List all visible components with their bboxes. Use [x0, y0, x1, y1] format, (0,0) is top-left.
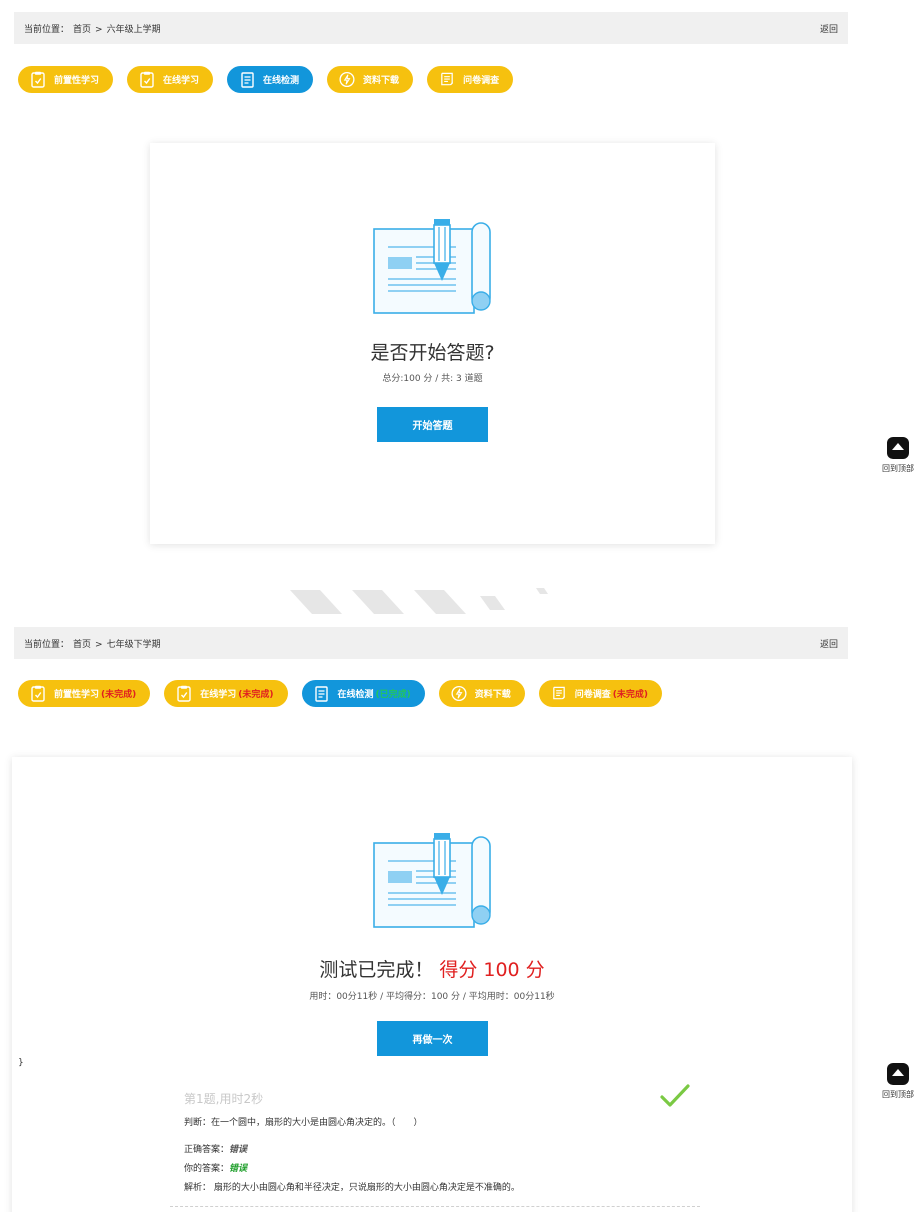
tab-label: 在线检测	[263, 76, 300, 86]
quiz-meta: 总分:100 分 / 共: 3 道题	[382, 374, 483, 384]
question-text: 判断：在一个圆中，扇形的大小是由圆心角决定的。（ ）	[184, 1118, 423, 1128]
back-link[interactable]: 返回	[820, 637, 838, 650]
tab-label: 在线检测	[337, 690, 374, 700]
stray-text: }	[18, 1058, 24, 1068]
tab-online-study[interactable]: 在线学习	[127, 66, 214, 93]
clipboard-check-icon	[30, 685, 46, 703]
survey-scroll-icon	[551, 685, 567, 703]
tab-downloads[interactable]: 资料下载	[438, 680, 525, 707]
arrow-up-icon	[887, 1063, 909, 1085]
tab-pre-study[interactable]: 前置性学习	[18, 66, 114, 93]
start-quiz-button[interactable]: 开始答题	[377, 407, 488, 442]
tab-survey[interactable]: 问卷调查	[427, 66, 514, 93]
clipboard-check-icon	[139, 71, 155, 89]
your-answer-row: 你的答案：错误	[184, 1161, 696, 1174]
analysis-text: 扇形的大小由圆心角和半径决定，只说扇形的大小由圆心角决定是不准确的。	[213, 1183, 520, 1193]
question-title: 第1题,用时2秒	[184, 1092, 264, 1106]
breadcrumb-prefix: 当前位置：	[24, 639, 70, 650]
breadcrumb-current: 六年级上学期	[106, 24, 161, 35]
tab-label: 资料下载	[363, 76, 400, 86]
tab-label: 问卷调查	[463, 76, 500, 86]
correct-check-icon	[660, 1084, 690, 1107]
breadcrumb-separator: >	[95, 639, 103, 650]
breadcrumb-separator: >	[95, 24, 103, 35]
breadcrumb-home-link[interactable]: 首页	[73, 640, 91, 650]
back-to-top-label: 回到顶部	[882, 1090, 914, 1099]
tab-status: (未完成)	[612, 690, 649, 700]
back-link[interactable]: 返回	[820, 22, 838, 35]
tab-survey[interactable]: 问卷调查 (未完成)	[538, 680, 663, 707]
tab-online-study[interactable]: 在线学习 (未完成)	[164, 680, 288, 707]
analysis-label: 解析：	[184, 1183, 212, 1193]
lightning-circle-icon	[339, 71, 355, 89]
analysis-row: 解析： 扇形的大小由圆心角和半径决定，只说扇形的大小由圆心角决定是不准确的。	[184, 1180, 696, 1193]
module-tabs: 前置性学习 在线学习 在线检测 资料下载 问卷调查	[18, 66, 514, 93]
tab-label: 资料下载	[474, 690, 511, 700]
breadcrumb-bar: 当前位置： 首页 > 七年级下学期 返回	[14, 627, 848, 659]
tab-downloads[interactable]: 资料下载	[327, 66, 414, 93]
your-answer-value: 错误	[229, 1164, 248, 1174]
tab-status: (已完成)	[375, 690, 411, 700]
question-divider	[170, 1206, 700, 1207]
your-answer-label: 你的答案：	[184, 1164, 230, 1174]
breadcrumb-prefix: 当前位置：	[24, 24, 70, 35]
survey-scroll-icon	[439, 71, 455, 89]
clipboard-check-icon	[30, 71, 46, 89]
tab-label: 在线学习	[163, 76, 200, 86]
breadcrumb: 当前位置： 首页 > 六年级上学期	[24, 22, 165, 35]
tab-label: 问卷调查	[574, 690, 611, 700]
question-review: 第1题,用时2秒 判断：在一个圆中，扇形的大小是由圆心角决定的。（ ） 正确答案…	[184, 1090, 696, 1193]
result-meta: 用时：00分11秒 / 平均得分：100 分 / 平均用时：00分11秒	[309, 992, 555, 1002]
result-title: 测试已完成！	[319, 959, 434, 981]
correct-answer-value: 错误	[229, 1145, 248, 1155]
clipboard-check-icon	[176, 685, 192, 703]
tab-online-test[interactable]: 在线检测 (已完成)	[301, 680, 425, 707]
quiz-start-card: 是否开始答题? 总分:100 分 / 共: 3 道题 开始答题	[150, 143, 715, 544]
tab-label: 在线学习	[200, 690, 237, 700]
tab-pre-study[interactable]: 前置性学习 (未完成)	[18, 680, 151, 707]
result-score: 得分 100 分	[439, 959, 545, 981]
back-to-top-label: 回到顶部	[882, 464, 914, 473]
arrow-up-icon	[887, 437, 909, 459]
back-to-top-button[interactable]: 回到顶部	[876, 437, 920, 474]
tab-label: 前置性学习	[54, 690, 100, 700]
start-prompt-heading: 是否开始答题?	[370, 342, 495, 364]
lightning-circle-icon	[451, 685, 467, 703]
tab-status: (未完成)	[101, 690, 137, 700]
retry-button[interactable]: 再做一次	[377, 1021, 488, 1056]
correct-answer-row: 正确答案：错误	[184, 1142, 696, 1155]
correct-answer-label: 正确答案：	[184, 1145, 230, 1155]
breadcrumb-bar: 当前位置： 首页 > 六年级上学期 返回	[14, 12, 848, 44]
back-to-top-button[interactable]: 回到顶部	[876, 1063, 920, 1100]
tab-status: (未完成)	[238, 690, 274, 700]
result-heading: 测试已完成！ 得分 100 分	[12, 955, 852, 982]
document-lines-icon	[239, 71, 255, 89]
tab-online-test[interactable]: 在线检测	[227, 66, 314, 93]
breadcrumb-current: 七年级下学期	[106, 639, 161, 650]
module-tabs: 前置性学习 (未完成) 在线学习 (未完成) 在线检测 (已完成) 资料下载 问卷调查…	[18, 680, 663, 707]
exam-scroll-illustration	[373, 833, 491, 928]
document-lines-icon	[314, 685, 330, 703]
divider-decoration	[290, 588, 548, 614]
exam-scroll-illustration	[373, 219, 491, 314]
tab-label: 前置性学习	[54, 76, 100, 86]
breadcrumb: 当前位置： 首页 > 七年级下学期	[24, 637, 165, 650]
breadcrumb-home-link[interactable]: 首页	[73, 25, 91, 35]
